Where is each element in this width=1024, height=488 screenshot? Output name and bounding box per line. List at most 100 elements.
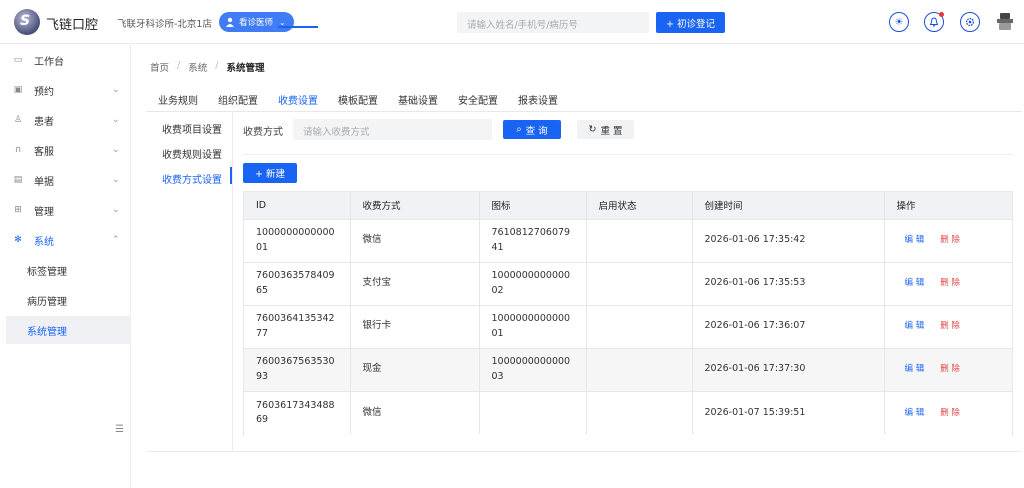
delete-button[interactable]: 删 除 (940, 278, 960, 288)
edit-button[interactable]: 编 辑 (897, 364, 925, 374)
subnav-fee-rules[interactable]: 收费规则设置 (162, 146, 222, 161)
cell-icon: 100000000000003 (479, 347, 587, 391)
delete-button[interactable]: 删 除 (940, 235, 960, 245)
column-header: 操作 (884, 192, 1012, 219)
collapse-menu-icon[interactable]: ☰ (115, 424, 124, 435)
sidebar-item-label: 客服 (34, 146, 54, 158)
cell-actions: 编 辑删 除 (884, 304, 1012, 348)
delete-button[interactable]: 删 除 (940, 364, 960, 374)
cell-created: 2026-01-06 17:37:30 (692, 347, 885, 391)
new-button[interactable]: + 新建 (243, 163, 297, 183)
subnav-payment-methods[interactable]: 收费方式设置 (162, 171, 222, 186)
chevron-up-icon: ⌃ (112, 235, 120, 245)
top-header: S 飞链口腔 飞联牙科诊所-北京1店 看诊医师 ⌄ 请输入姓名/手机号/病历号 … (0, 0, 1024, 44)
document-icon: ▤ (13, 175, 23, 185)
cell-method: 银行卡 (350, 304, 480, 348)
sidebar-subitem-records[interactable]: 病历管理 (6, 286, 131, 314)
tab-business-rules[interactable]: 业务规则 (158, 92, 198, 107)
settings-icon[interactable] (960, 12, 980, 32)
active-tab-indicator (278, 26, 318, 28)
column-header: 图标 (479, 192, 587, 219)
cell-id: 760036357840965 (244, 261, 351, 305)
sidebar-item-service[interactable]: ∩ 客服 ⌄ (0, 135, 131, 165)
settings-tabs: 业务规则 组织配置 收费设置 模板配置 基础设置 安全配置 报表设置 (146, 84, 1022, 112)
app-window: S 飞链口腔 飞联牙科诊所-北京1店 看诊医师 ⌄ 请输入姓名/手机号/病历号 … (0, 0, 1024, 488)
gear-icon: ✻ (14, 235, 22, 245)
tab-template-config[interactable]: 模板配置 (338, 92, 378, 107)
breadcrumb: 首页 / 系统 / 系统管理 (150, 60, 264, 74)
search-icon: ⌕ (516, 124, 522, 135)
role-dropdown[interactable]: 看诊医师 ⌄ (219, 12, 294, 32)
delete-button[interactable]: 删 除 (940, 321, 960, 331)
headset-icon: ∩ (14, 145, 22, 155)
user-avatar-icon[interactable] (997, 13, 1013, 31)
new-visit-button[interactable]: + 初诊登记 (656, 12, 725, 33)
breadcrumb-separator: / (177, 60, 181, 71)
monitor-icon: ▭ (13, 55, 23, 65)
sun-icon[interactable]: ☀ (889, 12, 909, 32)
table-header-row: ID 收费方式 图标 启用状态 创建时间 操作 (244, 192, 1012, 219)
cell-actions: 编 辑删 除 (884, 218, 1012, 262)
breadcrumb-current: 系统管理 (226, 63, 265, 74)
cell-id: 760036413534277 (244, 304, 351, 348)
edit-button[interactable]: 编 辑 (897, 408, 925, 418)
chevron-down-icon: ⌄ (112, 205, 120, 215)
breadcrumb-home[interactable]: 首页 (150, 60, 169, 74)
cell-method: 微信 (350, 390, 480, 434)
tab-billing-settings[interactable]: 收费设置 (278, 92, 318, 107)
query-button[interactable]: ⌕ 查 询 (503, 120, 561, 139)
reset-label: 重 置 (600, 125, 623, 137)
sidebar-subitem-system-management[interactable]: 系统管理 (6, 316, 131, 344)
app-name: 飞链口腔 (46, 18, 99, 33)
column-header: 启用状态 (586, 192, 693, 219)
patient-search-input[interactable]: 请输入姓名/手机号/病历号 (457, 12, 649, 33)
tab-basic-settings[interactable]: 基础设置 (398, 92, 438, 107)
edit-button[interactable]: 编 辑 (897, 278, 925, 288)
tab-org-config[interactable]: 组织配置 (218, 92, 258, 107)
calendar-icon: ▣ (13, 85, 23, 95)
clinic-name: 飞联牙科诊所-北京1店 (117, 19, 212, 30)
tab-report-settings[interactable]: 报表设置 (518, 92, 558, 107)
notification-dot (939, 12, 944, 17)
cell-status (586, 218, 693, 262)
reset-button[interactable]: ↻ 重 置 (577, 120, 634, 139)
cell-status (586, 390, 693, 434)
subnav-fee-items[interactable]: 收费项目设置 (162, 121, 222, 136)
subnav-divider (232, 112, 233, 452)
breadcrumb-system[interactable]: 系统 (188, 60, 207, 74)
cell-method: 微信 (350, 218, 480, 262)
table-row: 760361734348869 微信 2026-01-07 15:39:51 编… (244, 390, 1012, 434)
delete-button[interactable]: 删 除 (940, 408, 960, 418)
edit-button[interactable]: 编 辑 (897, 321, 925, 331)
cell-created: 2026-01-06 17:35:53 (692, 261, 885, 305)
edit-button[interactable]: 编 辑 (897, 235, 925, 245)
sidebar-item-management[interactable]: ⊞ 管理 ⌄ (0, 195, 131, 225)
sidebar-item-workbench[interactable]: ▭ 工作台 (0, 45, 131, 75)
cell-actions: 编 辑删 除 (884, 261, 1012, 305)
bell-glyph (929, 17, 939, 27)
breadcrumb-separator: / (215, 60, 219, 71)
sidebar-item-documents[interactable]: ▤ 单据 ⌄ (0, 165, 131, 195)
query-label: 查 询 (525, 125, 548, 137)
cell-icon (479, 390, 587, 434)
tab-security-config[interactable]: 安全配置 (458, 92, 498, 107)
payment-method-search-input[interactable]: 请输入收费方式 (293, 119, 492, 140)
chevron-down-icon: ⌄ (112, 85, 120, 95)
gear-glyph (965, 17, 975, 27)
payment-methods-table: ID 收费方式 图标 启用状态 创建时间 操作 100000000000001 … (243, 191, 1013, 436)
sidebar-item-label: 单据 (34, 176, 54, 188)
cell-actions: 编 辑删 除 (884, 390, 1012, 434)
user-icon: ♙ (13, 115, 23, 125)
sidebar-subitem-tags[interactable]: 标签管理 (6, 256, 131, 284)
cell-actions: 编 辑删 除 (884, 347, 1012, 391)
sidebar: ▭ 工作台 ▣ 预约 ⌄ ♙ 患者 ⌄ ∩ 客服 ⌄ ▤ 单据 ⌄ ⊞ 管理 ⌄ (0, 45, 131, 488)
sidebar-item-patient[interactable]: ♙ 患者 ⌄ (0, 105, 131, 135)
sidebar-item-system[interactable]: ✻ 系统 ⌃ (0, 225, 131, 255)
cell-id: 760036756353093 (244, 347, 351, 391)
sidebar-item-appointment[interactable]: ▣ 预约 ⌄ (0, 75, 131, 105)
chevron-down-icon: ⌄ (112, 115, 120, 125)
filter-divider (243, 154, 1013, 155)
bell-icon[interactable] (924, 12, 944, 32)
sidebar-item-label: 预约 (34, 86, 54, 98)
column-header: 创建时间 (692, 192, 885, 219)
